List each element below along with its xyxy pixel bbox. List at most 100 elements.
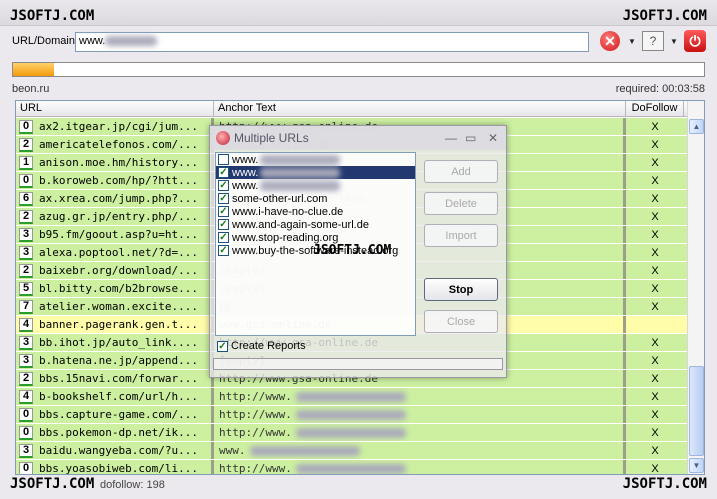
list-item[interactable]: ✓ www.i-have-no-clue.de	[216, 205, 415, 218]
maximize-icon[interactable]: ▭	[465, 131, 476, 145]
url-domain-label: URL/Domain	[12, 35, 75, 47]
blurred-text	[260, 154, 341, 165]
cell-url: 4 banner.pagerank.gen.t...	[16, 316, 214, 333]
close-icon[interactable]: ✕	[488, 131, 498, 145]
url-text: atelier.woman.excite....	[39, 300, 198, 313]
list-item-checkbox[interactable]: ✓	[218, 180, 229, 191]
url-text: baixebr.org/download/...	[39, 264, 198, 277]
watermark-bottom-right: JSOFTJ.COM	[622, 476, 707, 492]
table-row[interactable]: 0 bbs.capture-game.com/... http://www. X	[16, 406, 688, 424]
cell-url: 2 azug.gr.jp/entry.php/...	[16, 208, 214, 225]
anchor-text: http://www.	[219, 390, 292, 403]
list-item[interactable]: www.	[216, 153, 415, 166]
watermark-bottom-left: JSOFTJ.COM	[10, 476, 95, 492]
column-header-dofollow[interactable]: DoFollow	[626, 101, 684, 116]
url-text: bbs.pokemon-dp.net/ik...	[39, 426, 198, 439]
cell-anchor: http://www.	[214, 460, 626, 474]
list-item[interactable]: ✓ some-other-url.com	[216, 192, 415, 205]
list-item-text: www.	[232, 179, 259, 192]
help-button[interactable]: ?	[642, 30, 664, 52]
url-text: ax.xrea.com/jump.php?...	[39, 192, 198, 205]
blurred-text	[249, 445, 360, 456]
url-domain-input[interactable]: www.	[75, 32, 589, 52]
table-row[interactable]: 3 baidu.wangyeba.com/?u... www. X	[16, 442, 688, 460]
cell-dofollow: X	[651, 174, 659, 187]
cell-url: 3 baidu.wangyeba.com/?u...	[16, 442, 214, 459]
list-item-checkbox[interactable]: ✓	[218, 167, 229, 178]
list-item-checkbox[interactable]: ✓	[218, 193, 229, 204]
scroll-down-arrow-icon[interactable]: ▼	[689, 458, 704, 473]
column-header-anchor[interactable]: Anchor Text	[214, 101, 626, 116]
list-item-checkbox[interactable]: ✓	[218, 219, 229, 230]
create-reports-checkbox[interactable]: ✓ Create Reports	[217, 340, 306, 352]
cell-anchor: http://www.	[214, 406, 626, 423]
cell-dofollow: X	[651, 336, 659, 349]
add-button[interactable]: Add	[424, 160, 498, 183]
row-badge: 5	[19, 281, 33, 296]
vertical-scrollbar[interactable]: ▲ ▼	[687, 101, 704, 474]
row-badge: 2	[19, 263, 33, 278]
cell-dofollow: X	[651, 444, 659, 457]
table-row[interactable]: 0 bbs.pokemon-dp.net/ik... http://www. X	[16, 424, 688, 442]
list-item[interactable]: ✓ www.	[216, 179, 415, 192]
dialog-title-bar[interactable]: Multiple URLs — ▭ ✕	[210, 126, 506, 150]
cell-url: 3 alexa.poptool.net/?d=...	[16, 244, 214, 261]
blurred-text	[295, 391, 406, 402]
row-badge: 0	[19, 407, 33, 422]
cell-url: 2 bbs.15navi.com/forwar...	[16, 370, 214, 387]
cell-url: 2 americatelefonos.com/...	[16, 136, 214, 153]
url-text: azug.gr.jp/entry.php/...	[39, 210, 198, 223]
list-item-checkbox[interactable]: ✓	[218, 206, 229, 217]
list-item-checkbox[interactable]	[218, 154, 229, 165]
scroll-up-arrow-icon[interactable]: ▲	[689, 119, 704, 134]
title-bar	[0, 0, 717, 26]
minimize-icon[interactable]: —	[445, 131, 457, 145]
scroll-thumb[interactable]	[689, 366, 704, 456]
cell-url: 1 anison.moe.hm/history...	[16, 154, 214, 171]
list-item-text: www.stop-reading.org	[232, 231, 339, 244]
grid-header: URL Anchor Text DoFollow	[16, 101, 688, 117]
cell-url: 0 ax2.itgear.jp/cgi/jum...	[16, 118, 214, 135]
blurred-text	[260, 167, 341, 178]
delete-button[interactable]: Delete	[424, 192, 498, 215]
row-badge: 3	[19, 443, 33, 458]
cell-dofollow: X	[651, 282, 659, 295]
row-badge: 4	[19, 389, 33, 404]
list-item[interactable]: ✓ www.	[216, 166, 415, 179]
power-button[interactable]: ⏻	[684, 30, 706, 52]
cell-dofollow: X	[651, 300, 659, 313]
table-row[interactable]: 4 b-bookshelf.com/url/h... http://www. X	[16, 388, 688, 406]
cell-dofollow: X	[651, 372, 659, 385]
url-text: baidu.wangyeba.com/?u...	[39, 444, 198, 457]
column-header-url[interactable]: URL	[16, 101, 214, 116]
cancel-button[interactable]: ✕	[600, 30, 620, 52]
cell-url: 0 bbs.capture-game.com/...	[16, 406, 214, 423]
chevron-down-icon: ▼	[628, 36, 636, 46]
cell-url: 2 baixebr.org/download/...	[16, 262, 214, 279]
power-icon: ⏻	[684, 30, 706, 52]
progress-fill	[13, 63, 55, 76]
cell-dofollow: X	[651, 228, 659, 241]
list-item-text: some-other-url.com	[232, 192, 328, 205]
blurred-text	[295, 463, 406, 474]
list-item-checkbox[interactable]: ✓	[218, 232, 229, 243]
help-book-icon: ?	[642, 31, 664, 51]
cancel-dropdown-button[interactable]: ▼	[627, 30, 637, 52]
close-button[interactable]: Close	[424, 310, 498, 333]
watermark-dialog: JSOFTJ.COM	[313, 243, 392, 258]
chevron-down-icon: ▼	[670, 36, 678, 46]
dialog-title: Multiple URLs	[234, 131, 309, 145]
multiple-urls-dialog: Multiple URLs — ▭ ✕ www. ✓ www. ✓ www. ✓ some-…	[209, 125, 507, 378]
cell-url: 6 ax.xrea.com/jump.php?...	[16, 190, 214, 207]
list-item[interactable]: ✓ www.and-again-some-url.de	[216, 218, 415, 231]
table-row[interactable]: 0 bbs.yoasobiweb.com/li... http://www. X	[16, 460, 688, 474]
url-text: b-bookshelf.com/url/h...	[39, 390, 198, 403]
help-dropdown-button[interactable]: ▼	[669, 30, 679, 52]
list-item-checkbox[interactable]: ✓	[218, 245, 229, 256]
url-text: alexa.poptool.net/?d=...	[39, 246, 198, 259]
stop-button[interactable]: Stop	[424, 278, 498, 301]
close-x-icon: ✕	[600, 31, 620, 51]
cell-dofollow: X	[651, 408, 659, 421]
cell-url: 0 bbs.pokemon-dp.net/ik...	[16, 424, 214, 441]
import-button[interactable]: Import	[424, 224, 498, 247]
